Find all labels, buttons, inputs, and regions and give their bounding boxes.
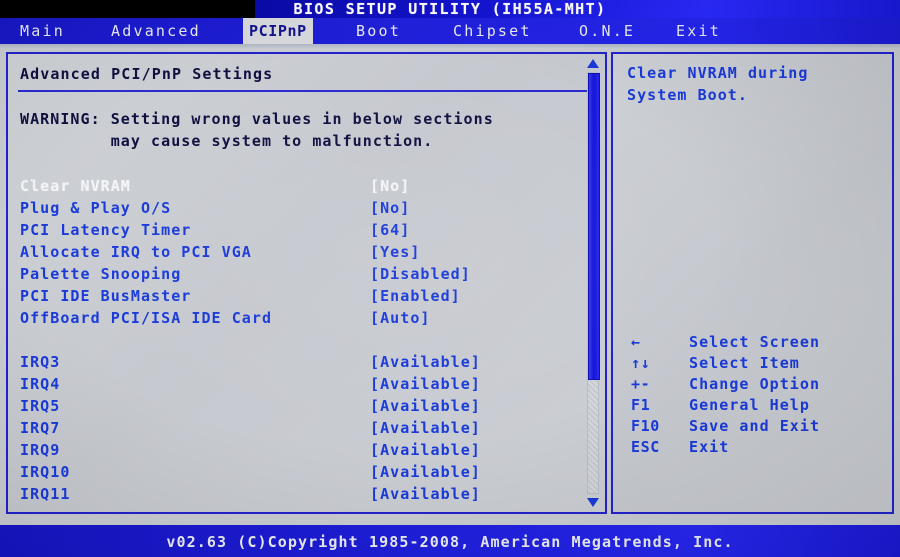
setting-label: OffBoard PCI/ISA IDE Card (20, 309, 273, 327)
legend-key: F10 (631, 417, 660, 435)
setting-row[interactable]: IRQ11 [Available] (8, 484, 588, 505)
bios-setup-screen: BIOS SETUP UTILITY (IH55A-MHT) Main Advan… (0, 0, 900, 557)
setting-value[interactable]: [Available] (370, 374, 481, 395)
legend-row: +- Change Option (613, 374, 892, 395)
tab-o-n-e[interactable]: O.N.E (573, 18, 641, 44)
setting-value[interactable]: [Auto] (370, 308, 431, 329)
legend-key: ← (631, 333, 641, 351)
setting-row[interactable]: IRQ3 [Available] (8, 352, 588, 373)
setting-label: Palette Snooping (20, 265, 182, 283)
menu-bar-underline (0, 44, 900, 48)
legend-row: F1 General Help (613, 395, 892, 416)
heading-divider (18, 90, 593, 92)
setting-label: PCI IDE BusMaster (20, 287, 192, 305)
setting-value[interactable]: [Available] (370, 352, 481, 373)
setting-row[interactable]: Plug & Play O/S [No] (8, 198, 588, 219)
settings-panel: Advanced PCI/PnP Settings WARNING: Setti… (6, 52, 607, 514)
key-legend: ← Select Screen ↑↓ Select Item +- Change Opti… (613, 332, 892, 458)
help-description: Clear NVRAM during System Boot. (627, 64, 809, 104)
setting-value[interactable]: [Yes] (370, 242, 420, 263)
scroll-up-arrow[interactable] (586, 58, 600, 70)
setting-row[interactable]: IRQ5 [Available] (8, 396, 588, 417)
triangle-up-icon (587, 59, 599, 68)
setting-value[interactable]: [Available] (370, 462, 481, 483)
footer-gap (0, 516, 900, 525)
setting-value[interactable]: [No] (370, 198, 410, 219)
setting-value[interactable]: [64] (370, 220, 410, 241)
legend-description: Select Screen (689, 333, 821, 351)
setting-value[interactable]: [Enabled] (370, 286, 461, 307)
legend-description: Select Item (689, 354, 800, 372)
setting-label: IRQ10 (20, 463, 71, 481)
setting-row[interactable]: IRQ9 [Available] (8, 440, 588, 461)
triangle-down-icon (587, 498, 599, 507)
tab-exit[interactable]: Exit (670, 18, 727, 44)
menu-bar: Main Advanced PCIPnP Boot Chipset O.N.E Exit (0, 18, 900, 44)
legend-key: F1 (631, 396, 651, 414)
setting-row[interactable]: Allocate IRQ to PCI VGA [Yes] (8, 242, 588, 263)
legend-row: ESC Exit (613, 437, 892, 458)
help-panel: Clear NVRAM during System Boot. ← Select … (611, 52, 894, 514)
setting-row[interactable]: IRQ4 [Available] (8, 374, 588, 395)
legend-row: ↑↓ Select Item (613, 353, 892, 374)
setting-label: IRQ11 (20, 485, 71, 503)
setting-value[interactable]: [Available] (370, 418, 481, 439)
legend-description: Save and Exit (689, 417, 821, 435)
scrollbar-thumb[interactable] (588, 73, 600, 380)
panel-heading: Advanced PCI/PnP Settings (20, 65, 274, 83)
setting-row[interactable]: IRQ10 [Available] (8, 462, 588, 483)
tab-pcipnp[interactable]: PCIPnP (243, 18, 313, 44)
setting-value[interactable]: [No] (370, 176, 410, 197)
setting-row[interactable]: IRQ7 [Available] (8, 418, 588, 439)
footer-bar: v02.63 (C)Copyright 1985-2008, American … (0, 525, 900, 557)
setting-row[interactable]: PCI Latency Timer [64] (8, 220, 588, 241)
setting-label: Clear NVRAM (20, 177, 131, 195)
setting-value[interactable]: [Available] (370, 484, 481, 505)
setting-value[interactable]: [Available] (370, 396, 481, 417)
copyright-text: v02.63 (C)Copyright 1985-2008, American … (166, 533, 734, 551)
settings-scrollbar[interactable] (585, 58, 601, 508)
setting-row[interactable]: Clear NVRAM [No] (8, 176, 588, 197)
legend-row: F10 Save and Exit (613, 416, 892, 437)
legend-key: +- (631, 375, 651, 393)
legend-row: ← Select Screen (613, 332, 892, 353)
tab-main[interactable]: Main (14, 18, 71, 44)
setting-label: PCI Latency Timer (20, 221, 192, 239)
setting-row[interactable]: Palette Snooping [Disabled] (8, 264, 588, 285)
title-bar: BIOS SETUP UTILITY (IH55A-MHT) (0, 0, 900, 18)
legend-description: Change Option (689, 375, 821, 393)
setting-value[interactable]: [Disabled] (370, 264, 471, 285)
setting-label: IRQ7 (20, 419, 61, 437)
setting-row[interactable]: OffBoard PCI/ISA IDE Card [Auto] (8, 308, 588, 329)
setting-label: IRQ4 (20, 375, 61, 393)
legend-description: Exit (689, 438, 730, 456)
page-title: BIOS SETUP UTILITY (IH55A-MHT) (293, 0, 607, 18)
setting-label: Plug & Play O/S (20, 199, 172, 217)
setting-label: IRQ9 (20, 441, 61, 459)
tab-boot[interactable]: Boot (350, 18, 407, 44)
setting-label: Allocate IRQ to PCI VGA (20, 243, 252, 261)
warning-text: WARNING: Setting wrong values in below s… (20, 110, 494, 150)
scroll-down-arrow[interactable] (586, 496, 600, 508)
setting-label: IRQ3 (20, 353, 61, 371)
setting-label: IRQ5 (20, 397, 61, 415)
tab-chipset[interactable]: Chipset (447, 18, 538, 44)
scrollbar-track[interactable] (587, 72, 600, 494)
setting-value[interactable]: [Available] (370, 440, 481, 461)
legend-key: ESC (631, 438, 660, 456)
legend-key: ↑↓ (631, 354, 651, 372)
tab-advanced[interactable]: Advanced (105, 18, 207, 44)
legend-description: General Help (689, 396, 810, 414)
setting-row[interactable]: PCI IDE BusMaster [Enabled] (8, 286, 588, 307)
